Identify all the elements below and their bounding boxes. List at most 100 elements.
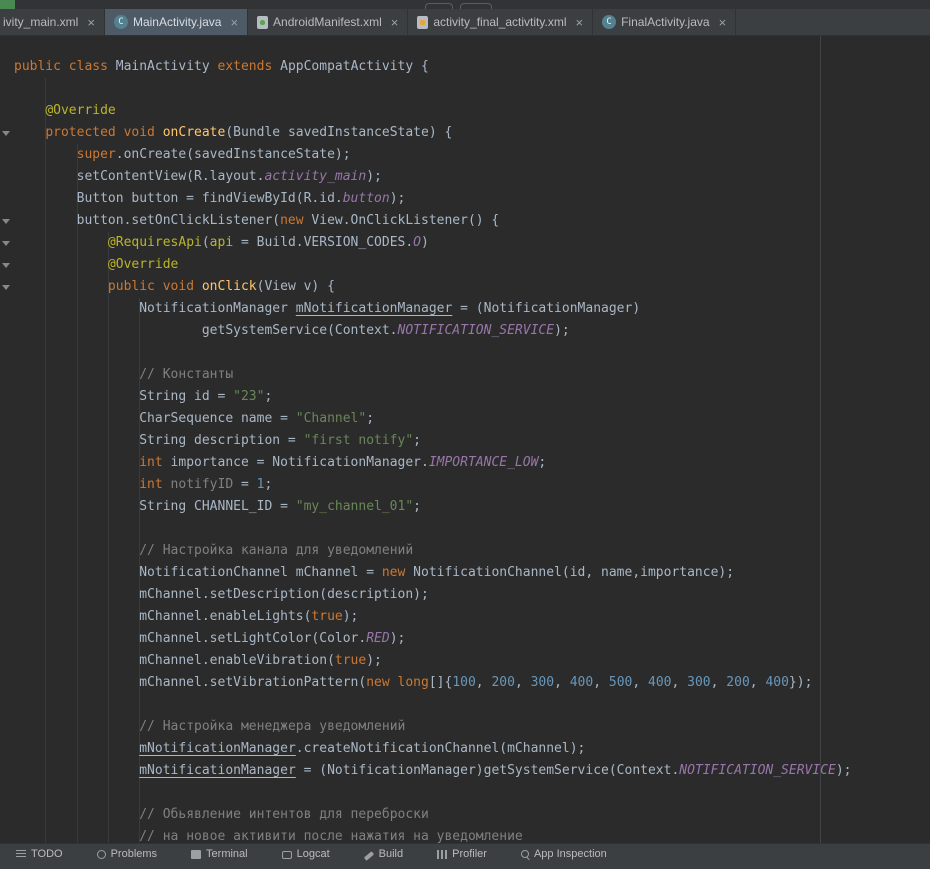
gutter (0, 672, 14, 694)
code-line: @RequiresApi(api = Build.VERSION_CODES.O… (0, 232, 852, 254)
tab-androidmanifest-xml[interactable]: AndroidManifest.xml× (248, 9, 408, 35)
statusbar-item-build[interactable]: Build (364, 848, 403, 860)
code-line: int importance = NotificationManager.IMP… (0, 452, 852, 474)
gutter (0, 650, 14, 672)
ide-header: ivity_main.xml×CMainActivity.java×Androi… (0, 0, 930, 36)
code-line (0, 78, 852, 100)
tab-label: FinalActivity.java (621, 15, 709, 29)
statusbar-item-label: App Inspection (534, 848, 607, 860)
toolbar-icon-fragment (0, 0, 15, 9)
tab-close-icon[interactable]: × (87, 16, 95, 29)
gutter (0, 782, 14, 804)
code-line: mChannel.setVibrationPattern(new long[]{… (0, 672, 852, 694)
gutter (0, 188, 14, 210)
tab-activity-final-activtity-xml[interactable]: activity_final_activtity.xml × (408, 9, 593, 35)
editor-tab-bar: ivity_main.xml×CMainActivity.java×Androi… (0, 9, 930, 36)
gutter (0, 518, 14, 540)
tab-ivity-main-xml[interactable]: ivity_main.xml × (0, 9, 105, 35)
statusbar-item-label: Logcat (297, 848, 330, 860)
gutter (0, 716, 14, 738)
code-line: mNotificationManager = (NotificationMana… (0, 760, 852, 782)
gutter (0, 276, 14, 298)
code-line: NotificationChannel mChannel = new Notif… (0, 562, 852, 584)
gutter (0, 738, 14, 760)
code-line: mChannel.setDescription(description); (0, 584, 852, 606)
tab-label: MainActivity.java (133, 15, 221, 29)
code-line: mChannel.enableLights(true); (0, 606, 852, 628)
fold-arrow-icon[interactable] (2, 285, 10, 290)
gutter (0, 210, 14, 232)
status-bar: TODO Problems Terminal Logcat Build Profiler A… (0, 843, 930, 869)
gutter (0, 320, 14, 342)
code-line (0, 518, 852, 540)
tab-close-icon[interactable]: × (230, 16, 238, 29)
java-class-icon: C (114, 15, 128, 29)
tab-close-icon[interactable]: × (576, 16, 584, 29)
statusbar-item-profiler[interactable]: Profiler (437, 848, 487, 860)
gutter (0, 100, 14, 122)
code-area: public class MainActivity extends AppCom… (0, 56, 852, 848)
gutter (0, 430, 14, 452)
app-inspection-icon (521, 850, 529, 858)
gutter (0, 144, 14, 166)
java-class-icon: C (602, 15, 616, 29)
gutter (0, 540, 14, 562)
tab-mainactivity-java[interactable]: C MainActivity.java × (105, 9, 248, 35)
code-editor[interactable]: public class MainActivity extends AppCom… (0, 36, 930, 855)
statusbar-item-label: Terminal (206, 848, 248, 860)
gutter (0, 474, 14, 496)
gutter (0, 78, 14, 100)
tab-close-icon[interactable]: × (391, 16, 399, 29)
gutter (0, 760, 14, 782)
gutter (0, 452, 14, 474)
fold-arrow-icon[interactable] (2, 263, 10, 268)
gutter (0, 606, 14, 628)
code-line: mChannel.setLightColor(Color.RED); (0, 628, 852, 650)
statusbar-item-logcat[interactable]: Logcat (282, 848, 330, 860)
code-line: // Константы (0, 364, 852, 386)
statusbar-item-label: TODO (31, 848, 63, 860)
tab-finalactivity-java[interactable]: C FinalActivity.java × (593, 9, 736, 35)
code-line: public class MainActivity extends AppCom… (0, 56, 852, 78)
statusbar-item-label: Build (379, 848, 403, 860)
gutter (0, 408, 14, 430)
fold-arrow-icon[interactable] (2, 131, 10, 136)
tab-label: activity_final_activtity.xml (433, 15, 566, 29)
statusbar-item-terminal[interactable]: Terminal (191, 848, 248, 860)
profiler-icon (437, 850, 447, 859)
gutter (0, 56, 14, 78)
code-line: @Override (0, 254, 852, 276)
code-line: super.onCreate(savedInstanceState); (0, 144, 852, 166)
code-line: getSystemService(Context.NOTIFICATION_SE… (0, 320, 852, 342)
tab-close-icon[interactable]: × (719, 16, 727, 29)
gutter (0, 496, 14, 518)
code-line: mNotificationManager.createNotificationC… (0, 738, 852, 760)
gutter (0, 298, 14, 320)
gutter (0, 804, 14, 826)
code-line (0, 782, 852, 804)
toolbar-widget-fragment (425, 3, 453, 9)
manifest-file-icon (257, 16, 268, 29)
gutter (0, 694, 14, 716)
code-line: mChannel.enableVibration(true); (0, 650, 852, 672)
code-line: CharSequence name = "Channel"; (0, 408, 852, 430)
gutter (0, 232, 14, 254)
fold-arrow-icon[interactable] (2, 241, 10, 246)
tab-label: ivity_main.xml (3, 15, 78, 29)
code-line: button.setOnClickListener(new View.OnCli… (0, 210, 852, 232)
code-line: Button button = findViewById(R.id.button… (0, 188, 852, 210)
code-line (0, 694, 852, 716)
code-line (0, 342, 852, 364)
fold-arrow-icon[interactable] (2, 219, 10, 224)
statusbar-item-todo[interactable]: TODO (16, 848, 63, 860)
statusbar-item-problems[interactable]: Problems (97, 848, 157, 860)
code-line: // Настройка менеджера уведомлений (0, 716, 852, 738)
code-line: setContentView(R.layout.activity_main); (0, 166, 852, 188)
gutter (0, 254, 14, 276)
todo-icon (16, 850, 26, 859)
gutter (0, 364, 14, 386)
gutter (0, 122, 14, 144)
build-icon (364, 851, 374, 860)
code-line: @Override (0, 100, 852, 122)
statusbar-item-app-inspection[interactable]: App Inspection (521, 848, 607, 860)
